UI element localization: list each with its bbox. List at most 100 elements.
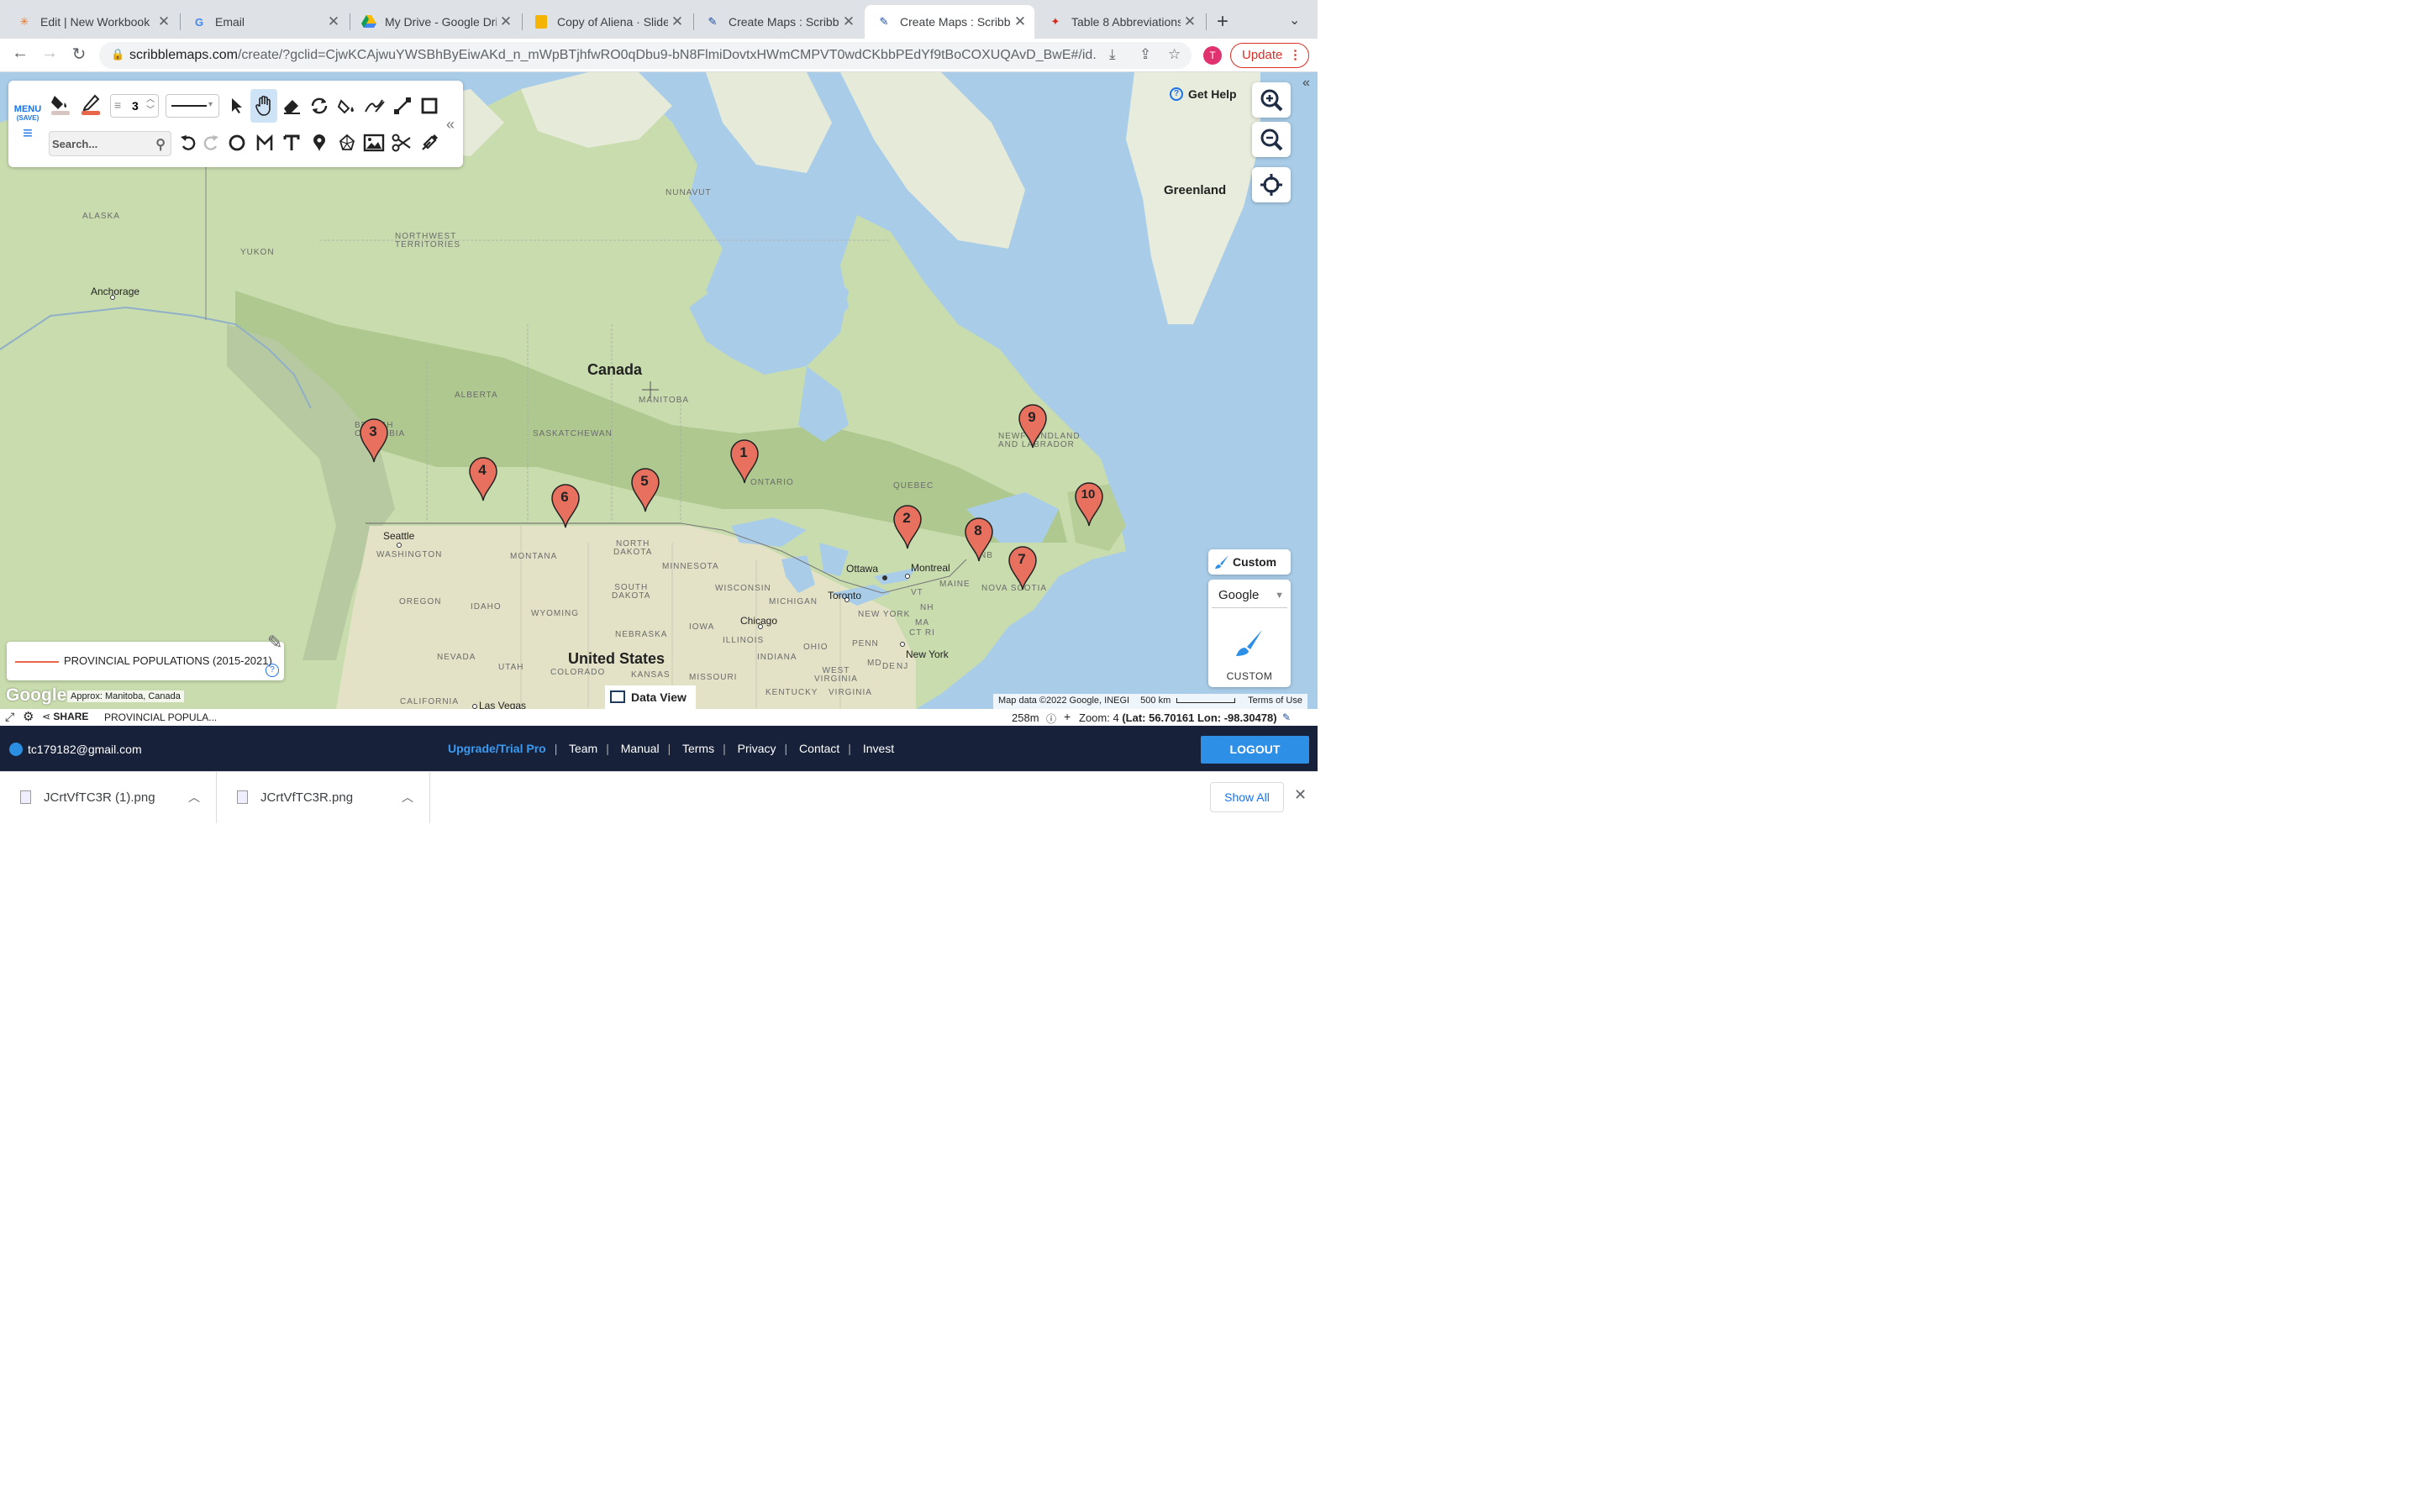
close-icon[interactable]: ✕ (1181, 13, 1199, 30)
close-icon[interactable]: ✕ (497, 13, 515, 30)
eraser-icon[interactable] (278, 92, 305, 119)
chevron-up-icon[interactable]: ︿ (402, 789, 413, 806)
polygon-points-icon[interactable] (334, 129, 360, 156)
marker-pin-icon[interactable] (306, 129, 333, 156)
stepper-arrows-icon[interactable]: ︿ ﹀ (146, 94, 155, 116)
image-icon[interactable] (360, 129, 387, 156)
map-marker-1[interactable]: 1 (729, 439, 760, 485)
locate-button[interactable] (1252, 167, 1291, 202)
custom-style-button[interactable]: Custom (1208, 549, 1291, 575)
freehand-icon[interactable] (361, 92, 388, 119)
get-help-button[interactable]: ? Get Help (1170, 87, 1237, 101)
brush-icon[interactable] (1234, 627, 1265, 659)
scissors-icon[interactable] (388, 129, 415, 156)
close-icon[interactable]: ✕ (1011, 13, 1029, 30)
close-icon[interactable]: ✕ (839, 13, 858, 30)
menu-button[interactable]: MENU (SAVE) ≡ (13, 104, 42, 142)
line-weight-stepper[interactable]: ≡ 3 ︿ ﹀ (110, 94, 159, 118)
map-marker-5[interactable]: 5 (630, 468, 660, 513)
map-marker-7[interactable]: 7 (1007, 546, 1038, 591)
info-icon[interactable]: ⓘ (1046, 711, 1056, 726)
map-marker-3[interactable]: 3 (359, 418, 389, 464)
close-icon[interactable]: ✕ (1294, 786, 1307, 804)
polygon-icon[interactable] (251, 129, 278, 156)
url-field[interactable]: 🔒 scribblemaps.com/create/?gclid=CjwKCAj… (99, 42, 1192, 69)
link-invest[interactable]: Invest (863, 742, 894, 755)
close-icon[interactable]: ✕ (155, 13, 173, 30)
close-icon[interactable]: ✕ (668, 13, 687, 30)
fill-color-icon[interactable] (47, 91, 74, 118)
download-item[interactable]: JCrtVfTC3R.png ︿ (217, 772, 430, 823)
map-legend[interactable]: PROVINCIAL POPULATIONS (2015-2021) ✎ ? (7, 632, 284, 680)
collapse-right-icon[interactable]: « (1302, 76, 1310, 91)
label-united-states: United States (568, 650, 666, 667)
new-tab-button[interactable]: + (1217, 10, 1228, 34)
map-marker-2[interactable]: 2 (892, 505, 923, 550)
tab-create-maps-1[interactable]: ✎ Create Maps : Scribbl ✕ (693, 5, 863, 39)
show-all-button[interactable]: Show All (1210, 782, 1284, 812)
link-contact[interactable]: Contact (799, 742, 839, 755)
tab-edit-workbook[interactable]: ✳ Edit | New Workbook ✕ (5, 5, 178, 39)
select-arrow-icon[interactable] (223, 92, 250, 119)
collapse-toolbar-icon[interactable]: « (446, 116, 455, 134)
city-dot (905, 574, 910, 579)
download-item[interactable]: JCrtVfTC3R (1).png ︿ (0, 772, 217, 823)
help-icon[interactable]: ? (266, 664, 279, 677)
text-tool-icon[interactable] (278, 129, 305, 156)
scale-bar (1176, 698, 1236, 703)
share-button[interactable]: ⋖ SHARE (42, 711, 88, 722)
user-account[interactable]: tc179182@gmail.com (9, 743, 142, 756)
map-canvas[interactable]: ALASKA YUKON NORTHWEST TERRITORIES NUNAV… (0, 72, 1318, 709)
map-marker-10[interactable]: 10 (1074, 482, 1104, 528)
line-tool-icon[interactable] (389, 92, 416, 119)
circle-icon[interactable] (224, 129, 250, 156)
rotate-icon[interactable] (306, 92, 333, 119)
search-icon[interactable]: ⚲ (155, 136, 166, 153)
scribblemaps-icon: ✎ (879, 15, 889, 28)
link-terms[interactable]: Terms (682, 742, 714, 755)
map-marker-6[interactable]: 6 (550, 484, 581, 529)
gear-icon[interactable]: ⚙ (23, 709, 34, 724)
eyedropper-icon[interactable] (416, 129, 443, 156)
share-icon[interactable]: ⇪ (1139, 46, 1151, 63)
map-marker-4[interactable]: 4 (468, 457, 498, 502)
link-manual[interactable]: Manual (621, 742, 660, 755)
back-button[interactable]: ← (8, 44, 32, 63)
update-button[interactable]: Update ⋮ (1230, 43, 1309, 68)
fullscreen-icon[interactable]: ⤢ (5, 710, 14, 724)
reload-button[interactable]: ↻ (67, 44, 91, 65)
link-team[interactable]: Team (569, 742, 597, 755)
terms-link[interactable]: Terms of Use (1248, 696, 1302, 706)
data-view-button[interactable]: Data View (605, 685, 696, 709)
bookmark-star-icon[interactable]: ☆ (1168, 46, 1181, 63)
tab-create-maps-active[interactable]: ✎ Create Maps : Scribbl ✕ (865, 5, 1034, 39)
profile-avatar[interactable]: T (1203, 46, 1222, 65)
drawing-toolbar: MENU (SAVE) ≡ ≡ 3 ︿ ﹀ ▾ Search... ⚲ « (8, 81, 463, 167)
chevron-up-icon[interactable]: ︿ (188, 789, 200, 806)
map-type-select[interactable]: Google ▼ (1212, 583, 1287, 608)
tab-table-8[interactable]: ✦ Table 8 Abbreviations ✕ (1036, 5, 1204, 39)
paint-bucket-icon[interactable] (334, 92, 360, 119)
pan-hand-icon[interactable] (250, 89, 277, 123)
label-utah: UTAH (498, 663, 524, 672)
install-icon[interactable]: ⤓ (1109, 46, 1116, 63)
map-search-input[interactable]: Search... ⚲ (49, 131, 171, 156)
map-marker-9[interactable]: 9 (1018, 404, 1048, 449)
line-color-icon[interactable] (77, 91, 104, 118)
line-style-select[interactable]: ▾ (166, 94, 219, 118)
close-icon[interactable]: ✕ (324, 13, 343, 30)
link-upgrade[interactable]: Upgrade/Trial Pro (448, 742, 546, 755)
link-privacy[interactable]: Privacy (738, 742, 776, 755)
tab-search-button[interactable]: ⌄ (1289, 12, 1300, 29)
redo-icon[interactable] (197, 129, 224, 156)
logout-button[interactable]: LOGOUT (1201, 736, 1309, 764)
zoom-out-button[interactable] (1252, 122, 1291, 157)
pencil-icon[interactable]: ✎ (267, 632, 282, 654)
tab-slides[interactable]: Copy of Aliena · Slide ✕ (522, 5, 692, 39)
rectangle-icon[interactable] (416, 92, 443, 119)
tab-my-drive[interactable]: My Drive - Google Dri ✕ (350, 5, 520, 39)
zoom-in-button[interactable] (1252, 82, 1291, 118)
map-marker-8[interactable]: 8 (964, 517, 994, 563)
tab-email[interactable]: G Email ✕ (180, 5, 348, 39)
forward-button[interactable]: → (38, 44, 61, 63)
